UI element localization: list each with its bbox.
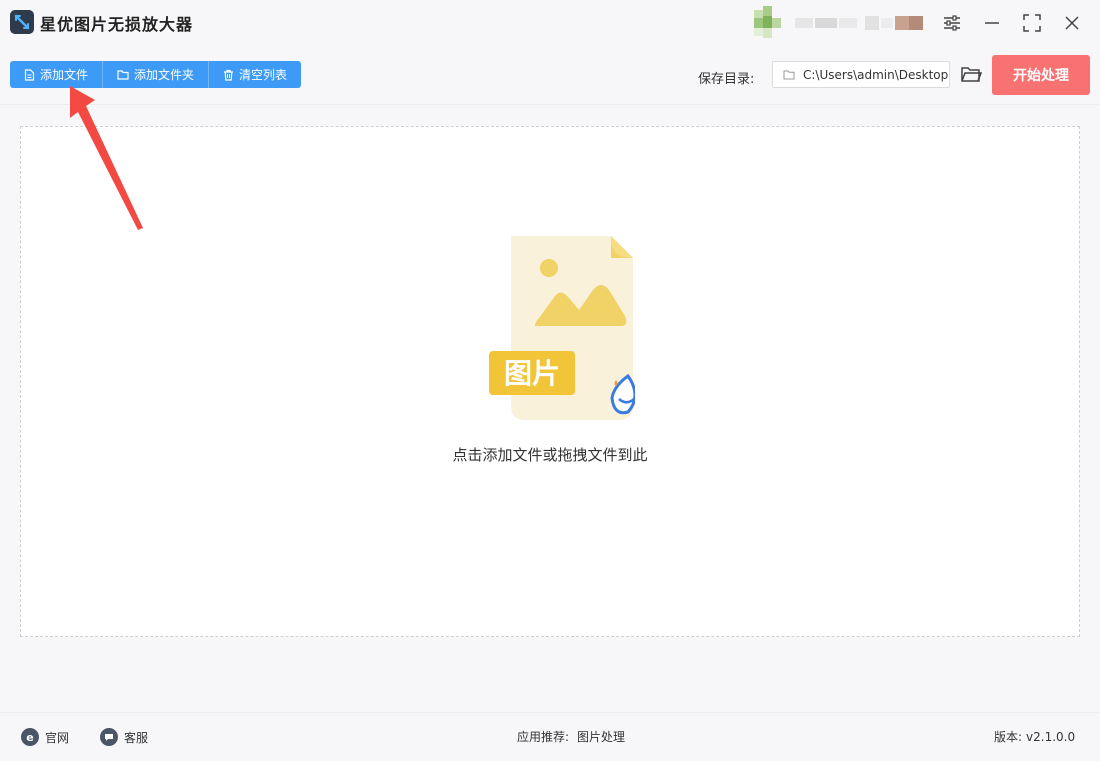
maximize-icon[interactable] — [1021, 12, 1043, 34]
app-title: 星优图片无损放大器 — [40, 15, 194, 34]
title-bar: 星优图片无损放大器 — [0, 0, 1100, 48]
add-file-button[interactable]: 添加文件 — [10, 61, 104, 88]
version-info: 版本: v2.1.0.0 — [994, 728, 1075, 745]
start-processing-button[interactable]: 开始处理 — [992, 55, 1090, 95]
chat-bubble-icon — [100, 728, 118, 746]
recommend-label: 应用推荐: — [517, 730, 570, 744]
website-label: 官网 — [45, 730, 70, 745]
folder-outline-icon — [783, 70, 795, 79]
svg-text:e: e — [26, 731, 33, 743]
toolbar: 添加文件 添加文件夹 清空列表 保存目录: C:\Users\admin\Des… — [0, 48, 1100, 105]
file-button-group: 添加文件 添加文件夹 清空列表 — [10, 61, 302, 88]
image-file-icon: 图片 — [489, 236, 635, 420]
version-value: v2.1.0.0 — [1026, 729, 1076, 744]
website-link[interactable]: e 官网 — [21, 728, 69, 746]
file-icon — [24, 68, 35, 81]
drop-hint-text: 点击添加文件或拖拽文件到此 — [452, 446, 648, 464]
app-logo-icon — [10, 10, 34, 34]
add-file-label: 添加文件 — [40, 68, 89, 82]
footer: e 官网 客服 应用推荐: 图片处理 版本: v2.1.0.0 — [0, 712, 1100, 761]
recommend-app-link[interactable]: 图片处理 — [577, 728, 625, 745]
save-directory-value: C:\Users\admin\Desktop — [803, 67, 949, 82]
version-label: 版本: — [994, 730, 1023, 744]
save-directory-label: 保存目录: — [698, 72, 755, 87]
folder-icon — [117, 70, 129, 80]
clear-list-button[interactable]: 清空列表 — [209, 61, 302, 88]
clear-list-label: 清空列表 — [239, 68, 288, 82]
settings-sliders-icon[interactable] — [941, 12, 963, 34]
add-folder-label: 添加文件夹 — [134, 68, 195, 82]
add-folder-button[interactable]: 添加文件夹 — [103, 61, 210, 88]
trash-icon — [224, 69, 234, 81]
user-avatar[interactable] — [754, 6, 788, 44]
account-name-blurred — [795, 16, 923, 30]
close-icon[interactable] — [1061, 12, 1083, 34]
browser-e-icon: e — [21, 728, 39, 746]
file-drop-zone[interactable]: 图片 点击添加文件或拖拽文件到此 — [20, 126, 1080, 637]
save-directory-field[interactable]: C:\Users\admin\Desktop — [772, 61, 950, 88]
main-area: 图片 点击添加文件或拖拽文件到此 — [0, 105, 1100, 711]
support-label: 客服 — [124, 730, 149, 745]
image-badge-text: 图片 — [504, 357, 560, 390]
browse-folder-icon[interactable] — [960, 64, 982, 84]
recommend-section: 应用推荐: 图片处理 — [517, 728, 625, 745]
minimize-icon[interactable] — [981, 12, 1003, 34]
support-link[interactable]: 客服 — [100, 728, 148, 746]
